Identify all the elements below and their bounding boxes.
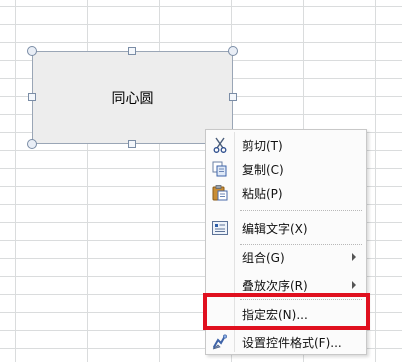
submenu-arrow-icon [352, 281, 356, 289]
menu-item-label: 组合(G) [242, 250, 285, 265]
menu-item-label: 设置控件格式(F)... [242, 335, 342, 350]
scissors-icon [206, 133, 234, 157]
menu-item-copy[interactable]: 复制(C) [206, 157, 366, 181]
menu-item-label: 粘贴(P) [242, 186, 283, 201]
menu-separator [240, 210, 362, 212]
highlight-annotation-box [203, 293, 370, 330]
resize-handle-bottom[interactable] [128, 140, 136, 148]
menu-item-label: 叠放次序(R) [242, 278, 308, 293]
format-control-icon [206, 330, 234, 354]
menu-item-edit-text[interactable]: 编辑文字(X) [206, 216, 366, 240]
menu-item-group[interactable]: 组合(G) [206, 245, 366, 269]
menu-item-cut[interactable]: 剪切(T) [206, 133, 366, 157]
menu-item-label: 剪切(T) [242, 138, 283, 153]
resize-handle-left[interactable] [28, 93, 36, 101]
spreadsheet-area: 同心圆 剪切(T) 复制(C) 粘贴(P) 编辑文字(X) 组合(G) 叠放次序… [0, 0, 402, 362]
form-button-label: 同心圆 [111, 90, 154, 107]
menu-item-label: 复制(C) [242, 162, 284, 177]
resize-handle-top[interactable] [128, 47, 136, 55]
submenu-arrow-icon [352, 253, 356, 261]
edit-text-icon [206, 216, 234, 240]
copy-icon [206, 157, 234, 181]
paste-icon [206, 181, 234, 205]
resize-handle-right[interactable] [229, 93, 237, 101]
menu-item-format-control[interactable]: 设置控件格式(F)... [206, 330, 366, 354]
resize-handle-top-left[interactable] [27, 46, 37, 56]
group-icon-placeholder [206, 245, 234, 269]
menu-item-label: 编辑文字(X) [242, 221, 308, 236]
form-control-button[interactable]: 同心圆 [32, 51, 233, 144]
resize-handle-top-right[interactable] [228, 46, 238, 56]
resize-handle-bottom-left[interactable] [27, 139, 37, 149]
menu-item-paste[interactable]: 粘贴(P) [206, 181, 366, 205]
